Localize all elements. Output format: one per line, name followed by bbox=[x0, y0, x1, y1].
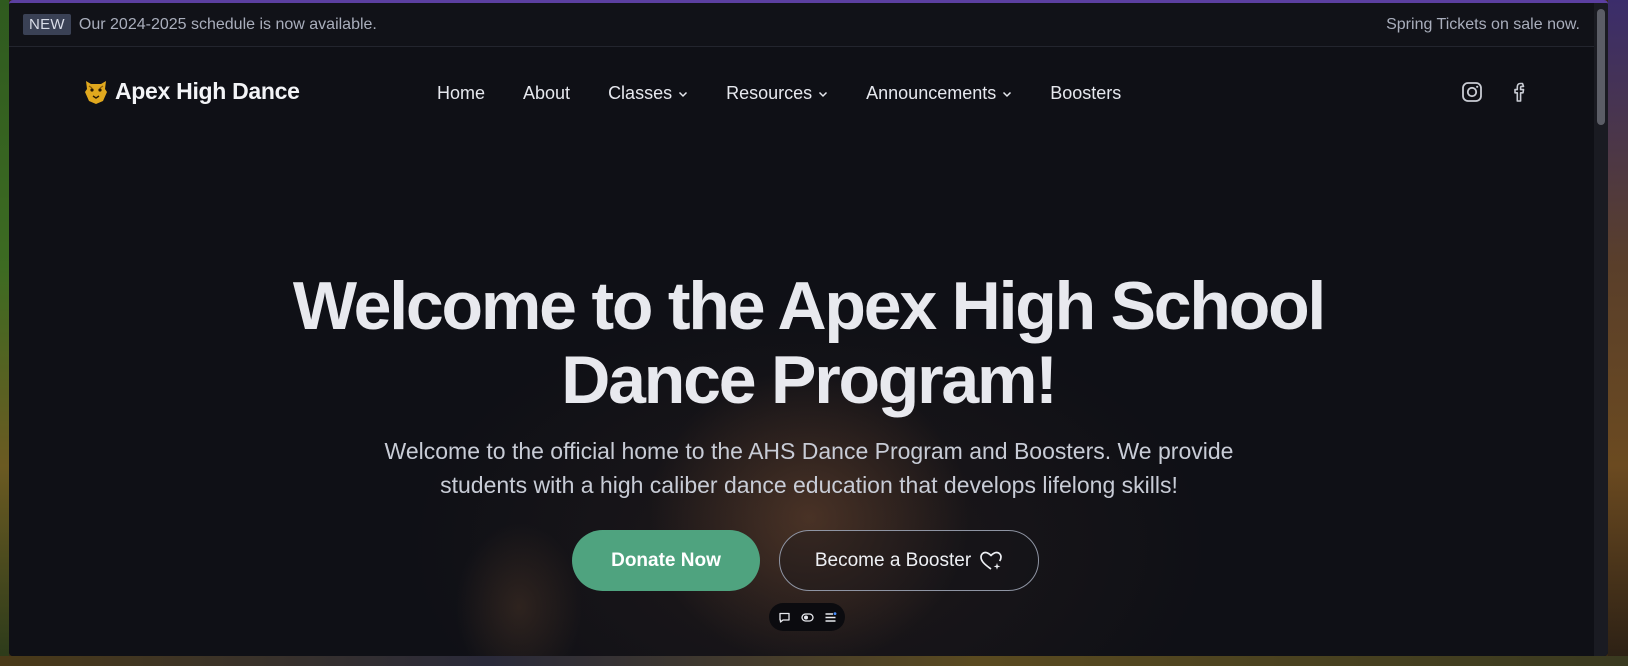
nav-menu: Home About Classes Resources Announcemen… bbox=[437, 83, 1121, 104]
nav-item-label: Resources bbox=[726, 83, 813, 103]
nav-item-resources[interactable]: Resources bbox=[726, 83, 828, 104]
brand-name: Apex High Dance bbox=[115, 77, 300, 104]
chevron-down-icon bbox=[1003, 91, 1012, 97]
instagram-icon bbox=[1462, 82, 1482, 102]
floating-mini-toolbar bbox=[769, 603, 845, 631]
desktop-backdrop-left bbox=[0, 0, 9, 666]
facebook-icon bbox=[1514, 82, 1525, 102]
hero-section: Apex High Dance Home About Classes Resou… bbox=[9, 47, 1608, 656]
become-booster-button[interactable]: Become a Booster bbox=[779, 530, 1039, 591]
jaguar-logo-icon bbox=[85, 81, 107, 104]
brand-link[interactable]: Apex High Dance bbox=[83, 77, 300, 105]
donate-now-button[interactable]: Donate Now bbox=[572, 530, 760, 591]
heart-sparkle-icon bbox=[980, 551, 1003, 570]
instagram-link[interactable] bbox=[1461, 81, 1483, 103]
chevron-down-icon bbox=[819, 91, 828, 97]
nav-item-about[interactable]: About bbox=[523, 83, 570, 104]
comment-icon[interactable] bbox=[778, 611, 791, 624]
nav-item-label: Classes bbox=[608, 83, 673, 103]
announcement-bar: NEW Our 2024-2025 schedule is now availa… bbox=[9, 3, 1608, 47]
nav-item-label: Boosters bbox=[1050, 83, 1122, 103]
scrollbar-thumb[interactable] bbox=[1597, 9, 1605, 125]
tickets-announcement[interactable]: Spring Tickets on sale now. bbox=[1386, 16, 1580, 34]
hero-subtitle: Welcome to the official home to the AHS … bbox=[309, 434, 1309, 502]
new-badge: NEW bbox=[23, 14, 71, 35]
browser-window: NEW Our 2024-2025 schedule is now availa… bbox=[9, 0, 1608, 656]
nav-item-label: Home bbox=[437, 83, 486, 103]
hero-title-line2: Dance Program! bbox=[561, 342, 1058, 418]
hero-title-line1: Welcome to the Apex High School bbox=[292, 268, 1326, 344]
nav-item-classes[interactable]: Classes bbox=[608, 83, 688, 104]
chevron-down-icon bbox=[679, 91, 688, 97]
nav-item-label: Announcements bbox=[866, 83, 997, 103]
facebook-link[interactable] bbox=[1509, 81, 1531, 103]
nav-item-boosters[interactable]: Boosters bbox=[1050, 83, 1121, 104]
become-booster-label: Become a Booster bbox=[814, 549, 972, 571]
list-icon[interactable] bbox=[824, 611, 837, 624]
hero-subtitle-line1: Welcome to the official home to the AHS … bbox=[384, 438, 1234, 464]
announcement-message[interactable]: Our 2024-2025 schedule is now available. bbox=[79, 16, 377, 34]
announcement-left: NEW Our 2024-2025 schedule is now availa… bbox=[23, 14, 377, 35]
page-scrollbar[interactable] bbox=[1594, 3, 1608, 656]
toggle-icon[interactable] bbox=[800, 611, 814, 624]
hero-subtitle-line2: students with a high caliber dance educa… bbox=[440, 472, 1178, 498]
nav-item-announcements[interactable]: Announcements bbox=[866, 83, 1012, 104]
nav-item-home[interactable]: Home bbox=[437, 83, 485, 104]
main-nav: Apex High Dance Home About Classes Resou… bbox=[9, 73, 1608, 117]
desktop-backdrop-right bbox=[1608, 0, 1628, 666]
hero-title: Welcome to the Apex High School Dance Pr… bbox=[9, 269, 1608, 417]
social-links bbox=[1461, 81, 1531, 103]
desktop-backdrop-bottom bbox=[0, 656, 1628, 666]
nav-item-label: About bbox=[523, 83, 571, 103]
